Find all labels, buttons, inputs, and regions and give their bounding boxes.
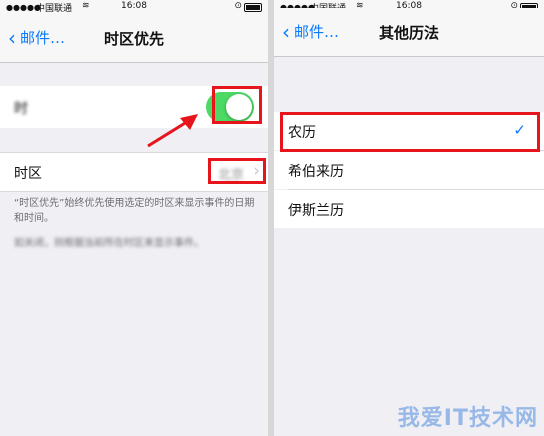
nav-bar: ‹ 邮件… 时区优先 [0, 14, 268, 63]
timezone-label: 时区 [14, 166, 42, 182]
timezone-override-label: 时 [14, 101, 28, 117]
calendar-option-row[interactable]: 希伯来历 [274, 151, 544, 189]
left-screen: ●●●●● 中国联通 ≋ 16:08 ⊙ ‹ 邮件… 时区优先 时 时区 北京 ›… [0, 0, 268, 436]
watermark: 我爱IT技术网 [397, 406, 538, 431]
highlight-box-timezone [208, 158, 266, 184]
back-button-label: 邮件… [20, 29, 66, 47]
calendar-option-label: 希伯来历 [288, 164, 344, 180]
highlight-box-lunar [280, 112, 540, 152]
footnote-2: 如关闭，则根据当前所在时区来显示事件。 [14, 238, 204, 249]
calendar-option-row[interactable]: 伊斯兰历 [274, 190, 544, 228]
calendar-option-label: 伊斯兰历 [288, 203, 344, 219]
back-button[interactable]: ‹ 邮件… [8, 26, 65, 50]
footnote-1: “时区优先”始终优先使用选定的时区来显示事件的日期和时间。 [14, 198, 255, 224]
back-button-label: 邮件… [294, 23, 340, 41]
chevron-left-icon: ‹ [282, 20, 290, 44]
nav-bar: ‹ 邮件… 其他历法 [274, 8, 544, 57]
battery-icon [244, 3, 262, 12]
chevron-left-icon: ‹ [8, 26, 16, 50]
red-arrow-icon [147, 114, 198, 148]
status-bar: ●●●●● 中国联通 ≋ 16:08 ⊙ [0, 0, 268, 14]
back-button[interactable]: ‹ 邮件… [282, 20, 339, 44]
highlight-box-switch [212, 86, 262, 124]
status-time: 16:08 [121, 1, 147, 11]
right-screen: ●●●●● 中国联通 ≋ 16:08 ⊙ ‹邮件… 其他历法 农历 ✓ 希伯来历… [274, 0, 544, 436]
rotation-lock-icon: ⊙ [234, 1, 242, 11]
